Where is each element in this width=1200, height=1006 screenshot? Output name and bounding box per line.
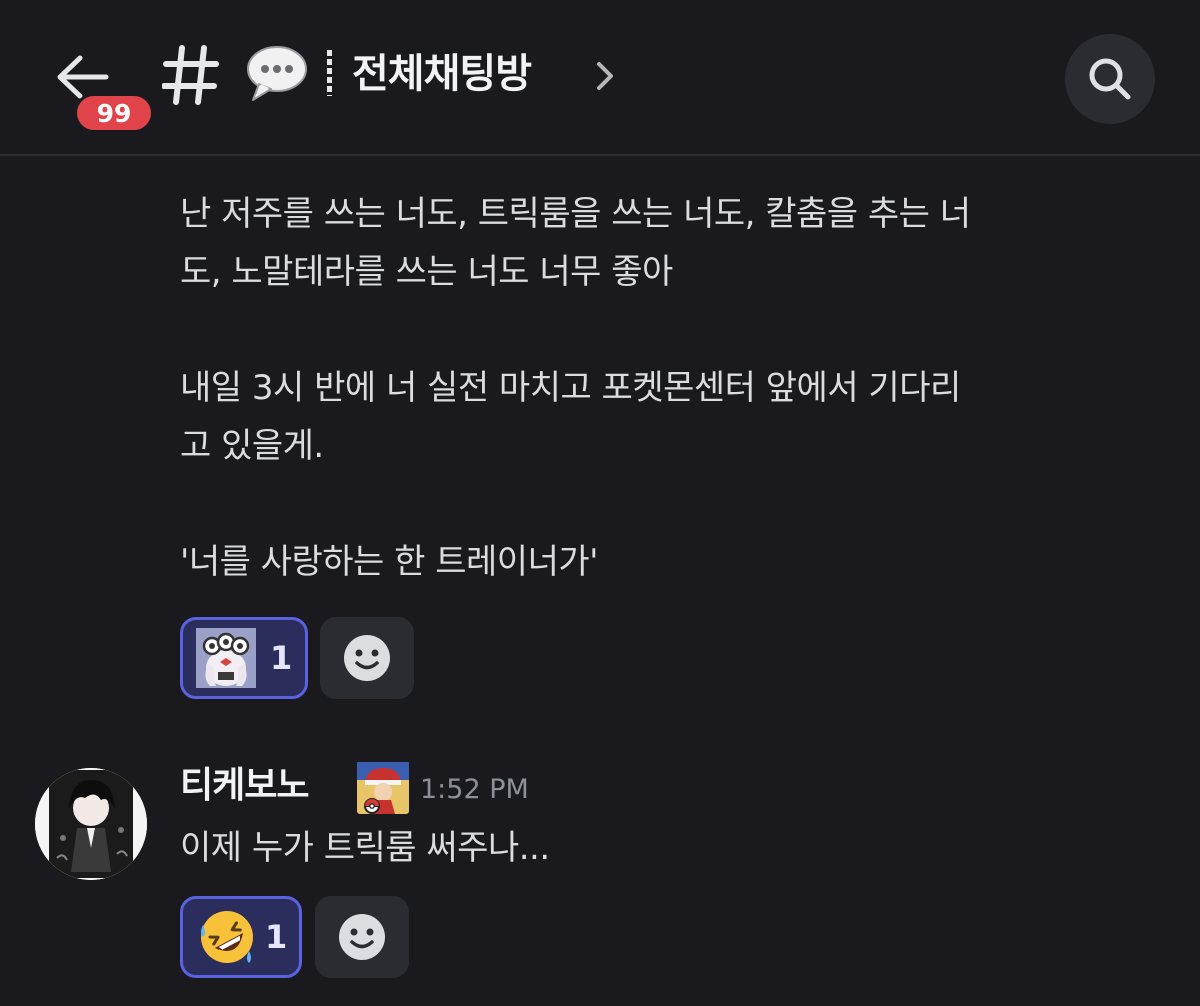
custom-creature-emoji-icon <box>196 628 256 688</box>
message-line: 난 저주를 쓰는 너도, 트릭룸을 쓰는 너도, 칼춤을 추는 너 <box>180 194 971 234</box>
text-channel-icon <box>162 45 219 105</box>
add-reaction-button[interactable] <box>320 617 414 699</box>
unread-badge: 99 <box>74 93 154 133</box>
chat-screen: 99 전체채팅방 난 저주를 쓰는 너도, 트릭룸을 쓰는 너도, 칼춤을 추는… <box>0 0 1200 1006</box>
add-reaction-smiley-icon <box>344 635 390 681</box>
user-avatar-icon <box>35 768 147 880</box>
add-reaction-smiley-icon <box>339 914 385 960</box>
reaction-count: 1 <box>265 918 288 956</box>
search-button[interactable] <box>1065 34 1155 124</box>
channel-header: 99 전체채팅방 <box>0 0 1200 156</box>
message-text: 이제 누가 트릭룸 써주나... <box>180 828 550 868</box>
reaction-button[interactable]: 1 <box>180 896 302 978</box>
message-line: 내일 3시 반에 너 실전 마치고 포켓몬센터 앞에서 기다리 <box>180 368 961 408</box>
message-line: '너를 사랑하는 한 트레이너가' <box>180 542 598 582</box>
rolling-on-floor-laughing-emoji-icon <box>201 911 253 963</box>
message-line: 도, 노말테라를 쓰는 너도 너무 좋아 <box>180 252 673 292</box>
reaction-button[interactable]: 1 <box>180 617 308 699</box>
add-reaction-button[interactable] <box>315 896 409 978</box>
trainer-role-icon <box>357 762 409 814</box>
username[interactable]: 티케보노 <box>180 760 309 812</box>
avatar[interactable] <box>35 768 147 880</box>
chevron-right-icon[interactable] <box>594 60 616 92</box>
message-timestamp: 1:52 PM <box>420 774 529 805</box>
message-line: 고 있을게. <box>180 426 324 466</box>
dotted-separator <box>327 50 332 96</box>
reaction-count: 1 <box>270 639 293 677</box>
search-icon <box>1089 58 1131 100</box>
speech-bubble-icon <box>247 46 307 101</box>
channel-name[interactable]: 전체채팅방 <box>352 44 532 104</box>
